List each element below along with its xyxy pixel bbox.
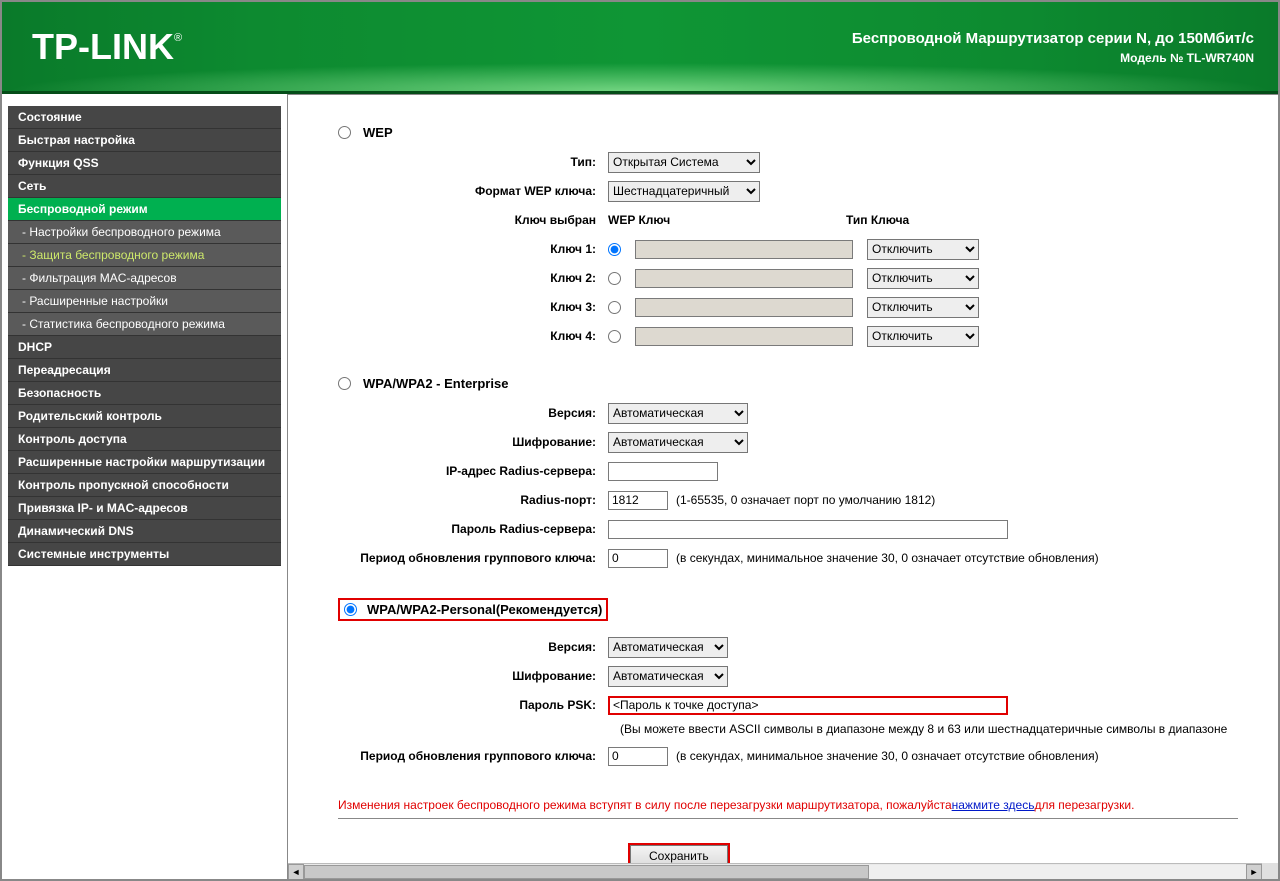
wep-key4-input[interactable] <box>635 327 853 346</box>
scroll-corner <box>1262 863 1278 879</box>
personal-title: WPA/WPA2-Personal(Рекомендуется) <box>367 602 602 617</box>
sidebar-item-0[interactable]: Состояние <box>8 106 281 129</box>
sidebar-item-10[interactable]: DHCP <box>8 336 281 359</box>
sidebar-item-15[interactable]: Расширенные настройки маршрутизации <box>8 451 281 474</box>
ent-version-label: Версия: <box>338 406 608 420</box>
ent-radiusport-label: Radius-порт: <box>338 493 608 507</box>
per-group-hint: (в секундах, минимальное значение 30, 0 … <box>676 749 1099 763</box>
wep-key2-radio[interactable] <box>608 272 621 285</box>
ent-radiusip-input[interactable] <box>608 462 718 481</box>
sidebar-item-5[interactable]: - Настройки беспроводного режима <box>8 221 281 244</box>
per-psk-label: Пароль PSK: <box>338 698 608 712</box>
wep-key1-type-select[interactable]: Отключить <box>867 239 979 260</box>
wep-key-header: WEP Ключ <box>608 213 838 227</box>
horizontal-scrollbar[interactable]: ◄ ► <box>288 863 1262 879</box>
wep-key3-input[interactable] <box>635 298 853 317</box>
wep-format-select[interactable]: Шестнадцатеричный <box>608 181 760 202</box>
sidebar-item-18[interactable]: Динамический DNS <box>8 520 281 543</box>
header-info: Беспроводной Маршрутизатор серии N, до 1… <box>852 30 1254 65</box>
wep-key3-type-select[interactable]: Отключить <box>867 297 979 318</box>
header-model: Модель № TL-WR740N <box>852 51 1254 65</box>
sidebar-item-6[interactable]: - Защита беспроводного режима <box>8 244 281 267</box>
wep-key1-label: Ключ 1: <box>446 242 608 256</box>
per-psk-input[interactable] <box>608 696 1008 715</box>
sidebar: СостояниеБыстрая настройкаФункция QSSСет… <box>2 94 287 879</box>
wep-key2-input[interactable] <box>635 269 853 288</box>
sidebar-item-14[interactable]: Контроль доступа <box>8 428 281 451</box>
header-title: Беспроводной Маршрутизатор серии N, до 1… <box>852 30 1254 47</box>
per-enc-select[interactable]: Автоматическая <box>608 666 728 687</box>
sidebar-item-12[interactable]: Безопасность <box>8 382 281 405</box>
wep-title: WEP <box>363 125 393 140</box>
ent-version-select[interactable]: Автоматическая <box>608 403 748 424</box>
reboot-link[interactable]: нажмите здесь <box>952 798 1035 812</box>
wep-format-label: Формат WEP ключа: <box>446 184 608 198</box>
ent-enc-select[interactable]: Автоматическая <box>608 432 748 453</box>
ent-radiuspass-input[interactable] <box>608 520 1008 539</box>
wep-radio[interactable] <box>338 126 351 139</box>
ent-radiuspass-label: Пароль Radius-сервера: <box>338 522 608 536</box>
per-psk-hint: (Вы можете ввести ASCII символы в диапаз… <box>620 722 1258 736</box>
per-enc-label: Шифрование: <box>338 669 608 683</box>
ent-radiusip-label: IP-адрес Radius-сервера: <box>338 464 608 478</box>
ent-group-label: Период обновления группового ключа: <box>338 551 608 565</box>
separator <box>338 818 1238 819</box>
per-version-select[interactable]: Автоматическая <box>608 637 728 658</box>
wep-key1-radio[interactable] <box>608 243 621 256</box>
sidebar-item-17[interactable]: Привязка IP- и MAC-адресов <box>8 497 281 520</box>
wep-key3-label: Ключ 3: <box>446 300 608 314</box>
wep-type-select[interactable]: Открытая Система <box>608 152 760 173</box>
logo: TP-LINK® <box>32 26 182 68</box>
wep-key2-label: Ключ 2: <box>446 271 608 285</box>
ent-radiusport-hint: (1-65535, 0 означает порт по умолчанию 1… <box>676 493 935 507</box>
enterprise-title: WPA/WPA2 - Enterprise <box>363 376 508 391</box>
enterprise-radio[interactable] <box>338 377 351 390</box>
personal-section: WPA/WPA2-Personal(Рекомендуется) Версия:… <box>338 598 1258 768</box>
enterprise-section: WPA/WPA2 - Enterprise Версия: Автоматиче… <box>338 376 1258 570</box>
sidebar-item-4[interactable]: Беспроводной режим <box>8 198 281 221</box>
ent-group-input[interactable] <box>608 549 668 568</box>
sidebar-item-13[interactable]: Родительский контроль <box>8 405 281 428</box>
scroll-left-icon[interactable]: ◄ <box>288 864 304 880</box>
per-group-input[interactable] <box>608 747 668 766</box>
wep-key4-label: Ключ 4: <box>446 329 608 343</box>
sidebar-item-1[interactable]: Быстрая настройка <box>8 129 281 152</box>
sidebar-item-19[interactable]: Системные инструменты <box>8 543 281 566</box>
sidebar-item-16[interactable]: Контроль пропускной способности <box>8 474 281 497</box>
wep-key4-type-select[interactable]: Отключить <box>867 326 979 347</box>
reboot-notice: Изменения настроек беспроводного режима … <box>338 798 1258 812</box>
ent-group-hint: (в секундах, минимальное значение 30, 0 … <box>676 551 1099 565</box>
ent-enc-label: Шифрование: <box>338 435 608 449</box>
main-panel: WEP Тип: Открытая Система Формат WEP клю… <box>287 94 1278 879</box>
wep-selected-label: Ключ выбран <box>446 213 608 227</box>
wep-type-label: Тип: <box>446 155 608 169</box>
personal-radio[interactable] <box>344 603 357 616</box>
wep-key4-radio[interactable] <box>608 330 621 343</box>
ent-radiusport-input[interactable] <box>608 491 668 510</box>
sidebar-item-9[interactable]: - Статистика беспроводного режима <box>8 313 281 336</box>
wep-key2-type-select[interactable]: Отключить <box>867 268 979 289</box>
header: TP-LINK® Беспроводной Маршрутизатор сери… <box>2 2 1278 94</box>
sidebar-item-7[interactable]: - Фильтрация MAC-адресов <box>8 267 281 290</box>
per-version-label: Версия: <box>338 640 608 654</box>
sidebar-item-8[interactable]: - Расширенные настройки <box>8 290 281 313</box>
sidebar-item-2[interactable]: Функция QSS <box>8 152 281 175</box>
sidebar-item-11[interactable]: Переадресация <box>8 359 281 382</box>
wep-keytype-header: Тип Ключа <box>846 213 909 227</box>
per-group-label: Период обновления группового ключа: <box>338 749 608 763</box>
scroll-right-icon[interactable]: ► <box>1246 864 1262 880</box>
wep-key3-radio[interactable] <box>608 301 621 314</box>
sidebar-item-3[interactable]: Сеть <box>8 175 281 198</box>
scroll-thumb[interactable] <box>304 865 869 879</box>
wep-key1-input[interactable] <box>635 240 853 259</box>
wep-section: WEP Тип: Открытая Система Формат WEP клю… <box>338 125 1258 348</box>
